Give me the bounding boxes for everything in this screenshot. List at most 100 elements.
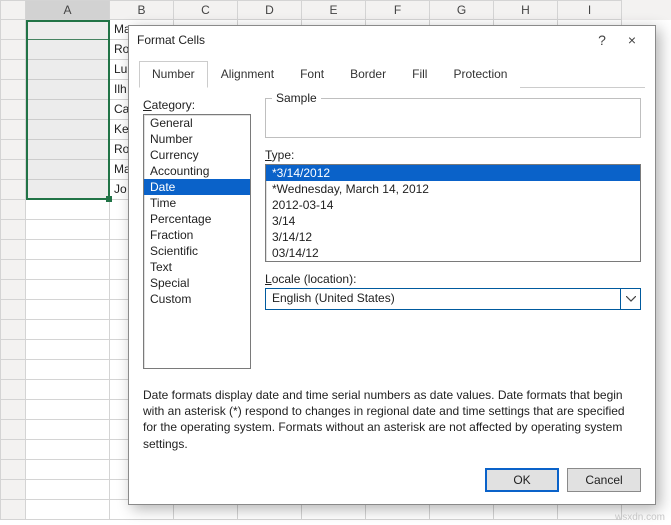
cell[interactable] xyxy=(26,20,110,40)
help-button[interactable]: ? xyxy=(587,32,617,48)
category-item[interactable]: Percentage xyxy=(144,211,250,227)
row-header[interactable] xyxy=(0,120,26,140)
type-item[interactable]: 14-Mar xyxy=(266,261,640,262)
row-header[interactable] xyxy=(0,480,26,500)
col-header-I[interactable]: I xyxy=(558,0,622,20)
tab-protection[interactable]: Protection xyxy=(440,61,520,88)
row-header[interactable] xyxy=(0,260,26,280)
category-list[interactable]: GeneralNumberCurrencyAccountingDateTimeP… xyxy=(143,114,251,369)
dialog-titlebar: Format Cells ? × xyxy=(129,26,655,54)
tab-number[interactable]: Number xyxy=(139,61,208,88)
row-header[interactable] xyxy=(0,140,26,160)
cell[interactable] xyxy=(26,460,110,480)
row-header[interactable] xyxy=(0,80,26,100)
row-header[interactable] xyxy=(0,40,26,60)
tab-fill[interactable]: Fill xyxy=(399,61,440,88)
cell[interactable] xyxy=(26,320,110,340)
col-header-C[interactable]: C xyxy=(174,0,238,20)
cell[interactable] xyxy=(26,60,110,80)
row-header[interactable] xyxy=(0,360,26,380)
row-header[interactable] xyxy=(0,200,26,220)
cancel-button[interactable]: Cancel xyxy=(567,468,641,492)
cell[interactable] xyxy=(26,240,110,260)
cell[interactable] xyxy=(26,480,110,500)
type-item[interactable]: *3/14/2012 xyxy=(266,165,640,181)
cell[interactable] xyxy=(26,40,110,60)
cell[interactable] xyxy=(26,440,110,460)
row-header[interactable] xyxy=(0,500,26,520)
type-label: Type: xyxy=(265,148,641,162)
col-header-D[interactable]: D xyxy=(238,0,302,20)
ok-button[interactable]: OK xyxy=(485,468,559,492)
type-item[interactable]: 2012-03-14 xyxy=(266,197,640,213)
row-header[interactable] xyxy=(0,20,26,40)
cell[interactable] xyxy=(26,180,110,200)
col-header-A[interactable]: A xyxy=(26,0,110,20)
close-button[interactable]: × xyxy=(617,32,647,48)
row-header[interactable] xyxy=(0,340,26,360)
category-item[interactable]: General xyxy=(144,115,250,131)
category-item[interactable]: Time xyxy=(144,195,250,211)
row-header[interactable] xyxy=(0,420,26,440)
category-item[interactable]: Number xyxy=(144,131,250,147)
select-all-corner[interactable] xyxy=(0,0,26,20)
tab-font[interactable]: Font xyxy=(287,61,337,88)
locale-dropdown[interactable]: English (United States) xyxy=(265,288,641,310)
row-header[interactable] xyxy=(0,280,26,300)
chevron-down-icon[interactable] xyxy=(620,289,640,309)
row-header[interactable] xyxy=(0,400,26,420)
row-header[interactable] xyxy=(0,240,26,260)
format-cells-dialog: Format Cells ? × Number Alignment Font B… xyxy=(128,25,656,505)
row-header[interactable] xyxy=(0,380,26,400)
col-header-B[interactable]: B xyxy=(110,0,174,20)
cell[interactable] xyxy=(26,100,110,120)
cell[interactable] xyxy=(26,160,110,180)
row-header[interactable] xyxy=(0,160,26,180)
cell[interactable] xyxy=(26,500,110,520)
cell[interactable] xyxy=(26,400,110,420)
col-header-E[interactable]: E xyxy=(302,0,366,20)
locale-value: English (United States) xyxy=(266,289,620,309)
row-header[interactable] xyxy=(0,220,26,240)
col-header-H[interactable]: H xyxy=(494,0,558,20)
cell[interactable] xyxy=(26,220,110,240)
tab-alignment[interactable]: Alignment xyxy=(208,61,287,88)
row-header[interactable] xyxy=(0,60,26,80)
row-header[interactable] xyxy=(0,180,26,200)
col-header-F[interactable]: F xyxy=(366,0,430,20)
category-item[interactable]: Date xyxy=(144,179,250,195)
type-item[interactable]: *Wednesday, March 14, 2012 xyxy=(266,181,640,197)
cell[interactable] xyxy=(26,280,110,300)
cell[interactable] xyxy=(26,300,110,320)
cell[interactable] xyxy=(26,420,110,440)
row-header[interactable] xyxy=(0,460,26,480)
row-header[interactable] xyxy=(0,320,26,340)
category-item[interactable]: Special xyxy=(144,275,250,291)
category-item[interactable]: Text xyxy=(144,259,250,275)
cell[interactable] xyxy=(26,360,110,380)
row-header[interactable] xyxy=(0,440,26,460)
type-item[interactable]: 3/14/12 xyxy=(266,229,640,245)
cell[interactable] xyxy=(26,380,110,400)
category-item[interactable]: Accounting xyxy=(144,163,250,179)
locale-label: Locale (location): xyxy=(265,272,641,286)
cell[interactable] xyxy=(26,80,110,100)
tab-border[interactable]: Border xyxy=(337,61,399,88)
cell[interactable] xyxy=(26,140,110,160)
col-header-G[interactable]: G xyxy=(430,0,494,20)
type-list[interactable]: *3/14/2012*Wednesday, March 14, 20122012… xyxy=(265,164,641,262)
type-item[interactable]: 3/14 xyxy=(266,213,640,229)
row-header[interactable] xyxy=(0,300,26,320)
category-item[interactable]: Custom xyxy=(144,291,250,307)
cell[interactable] xyxy=(26,340,110,360)
row-header[interactable] xyxy=(0,100,26,120)
cell[interactable] xyxy=(26,260,110,280)
sample-box: Sample xyxy=(265,98,641,138)
cell[interactable] xyxy=(26,120,110,140)
cell[interactable] xyxy=(26,200,110,220)
sample-label: Sample xyxy=(272,91,321,105)
type-item[interactable]: 03/14/12 xyxy=(266,245,640,261)
category-item[interactable]: Fraction xyxy=(144,227,250,243)
category-item[interactable]: Scientific xyxy=(144,243,250,259)
category-item[interactable]: Currency xyxy=(144,147,250,163)
